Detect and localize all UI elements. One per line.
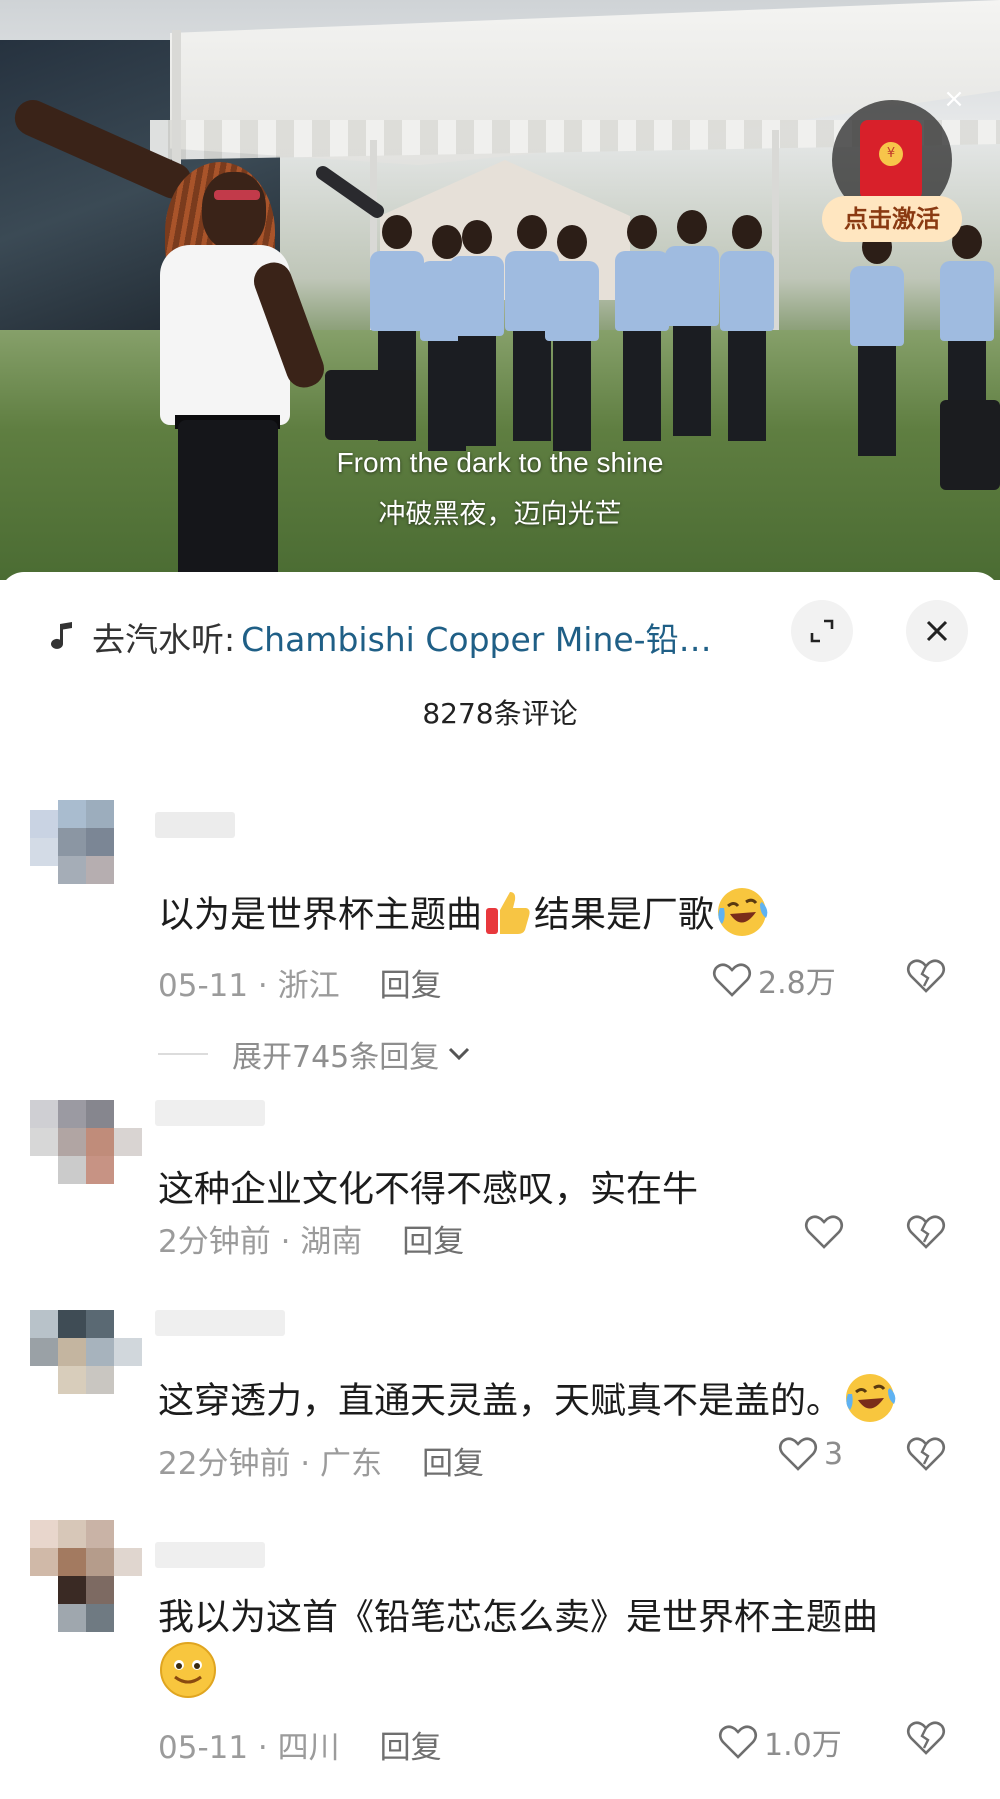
comment-meta: 05-11 · 浙江 回复 (158, 960, 442, 1005)
reply-button[interactable]: 回复 (380, 968, 442, 1004)
heart-icon (718, 1725, 758, 1759)
heart-icon (778, 1437, 818, 1471)
dislike-button[interactable] (906, 958, 946, 998)
comment-meta: 05-11 · 四川 回复 (158, 1722, 442, 1767)
broken-heart-icon (906, 1721, 946, 1755)
music-prefix: 去汽水听: (92, 620, 236, 659)
dislike-button[interactable] (906, 1436, 946, 1476)
like-button[interactable]: 1.0万 (718, 1720, 842, 1764)
comment-count: 8278条评论 (422, 697, 578, 730)
smile-icon (158, 1640, 218, 1704)
expand-replies-label: 展开745条回复 (232, 1040, 440, 1075)
subtitle-english: From the dark to the shine (336, 447, 664, 478)
username-blurred[interactable] (155, 1100, 265, 1126)
laughing-crying-icon (842, 1370, 898, 1435)
heart-icon (712, 963, 752, 997)
stage-speaker (325, 370, 415, 440)
comment-date-location: 2分钟前 · 湖南 (158, 1224, 363, 1260)
comment-meta: 2分钟前 · 湖南 回复 (158, 1216, 464, 1261)
close-redpack-icon[interactable]: × (940, 85, 968, 113)
comment-text: 我以为这首《铅笔芯怎么卖》是世界杯主题曲 (158, 1597, 879, 1638)
comment-date-location: 05-11 · 浙江 (158, 968, 340, 1004)
comment-text: 这穿透力，直通天灵盖，天赋真不是盖的。 (158, 1370, 898, 1435)
avatar[interactable] (30, 1310, 150, 1405)
username-blurred[interactable] (155, 812, 235, 838)
avatar[interactable] (30, 1520, 150, 1632)
choir-member (545, 225, 599, 455)
like-count: 2.8万 (758, 966, 836, 1001)
choir-member (720, 215, 774, 445)
video-player[interactable]: From the dark to the shine 冲破黑夜，迈向光芒 × ¥… (0, 0, 1000, 580)
thumbs-up-icon (482, 886, 534, 947)
reply-button[interactable]: 回复 (422, 1446, 484, 1482)
choir-member (665, 210, 719, 440)
avatar[interactable] (30, 1100, 150, 1195)
like-button[interactable] (804, 1214, 850, 1250)
like-count: 3 (824, 1436, 844, 1472)
heart-icon (804, 1215, 844, 1249)
choir-member (850, 230, 904, 460)
username-blurred[interactable] (155, 1310, 285, 1336)
reply-button[interactable]: 回复 (380, 1730, 442, 1766)
expand-button[interactable] (791, 600, 853, 662)
comment-text: 这种企业文化不得不感叹，实在牛 (158, 1169, 699, 1210)
broken-heart-icon (906, 1437, 946, 1471)
music-note-icon (51, 622, 72, 649)
username-blurred[interactable] (155, 1542, 265, 1568)
divider (158, 1053, 208, 1055)
like-button[interactable]: 3 (778, 1436, 843, 1472)
dislike-button[interactable] (906, 1720, 946, 1760)
redpack-icon[interactable]: ¥ (860, 120, 922, 200)
expand-icon (810, 619, 834, 643)
activate-button[interactable]: 点击激活 (822, 196, 962, 242)
comment-text: 以为是世界杯主题曲 结果是厂歌 (158, 884, 770, 949)
dislike-button[interactable] (906, 1214, 946, 1254)
comment-date-location: 22分钟前 · 广东 (158, 1446, 383, 1482)
music-link[interactable]: 去汽水听: Chambishi Copper Mine-铅… (46, 612, 712, 662)
like-button[interactable]: 2.8万 (712, 958, 836, 1002)
expand-replies[interactable]: 展开745条回复 (158, 1032, 473, 1076)
laughing-crying-icon (714, 884, 770, 949)
like-count: 1.0万 (764, 1728, 842, 1763)
choir-member (450, 220, 504, 450)
subtitle-chinese: 冲破黑夜，迈向光芒 (378, 499, 622, 530)
comment-date-location: 05-11 · 四川 (158, 1730, 340, 1766)
music-title[interactable]: Chambishi Copper Mine-铅… (241, 613, 711, 661)
choir-member (615, 215, 669, 445)
reply-button[interactable]: 回复 (402, 1224, 464, 1260)
broken-heart-icon (906, 1215, 946, 1249)
comment-meta: 22分钟前 · 广东 回复 (158, 1438, 484, 1483)
close-button[interactable] (906, 600, 968, 662)
close-icon (926, 620, 948, 642)
coin-icon: ¥ (879, 142, 903, 166)
broken-heart-icon (906, 959, 946, 993)
chevron-down-icon (449, 1047, 470, 1061)
avatar[interactable] (30, 800, 150, 895)
comment-panel: 去汽水听: Chambishi Copper Mine-铅… 8278条评论 以… (0, 572, 1000, 1799)
